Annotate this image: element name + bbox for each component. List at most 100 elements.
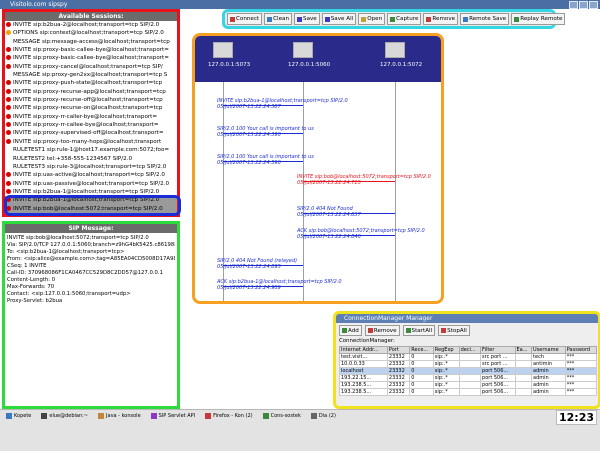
- session-item[interactable]: INVITE sip:proxy-recurse-off@localhost;t…: [5, 96, 177, 104]
- table-cell[interactable]: [458, 360, 482, 368]
- taskbar-item[interactable]: Kopete: [3, 411, 34, 421]
- session-item[interactable]: INVITE sip:proxy-too-many-hops@localhost…: [5, 138, 177, 146]
- table-cell[interactable]: port 506...: [480, 381, 516, 389]
- table-cell[interactable]: sip:.*: [432, 388, 460, 396]
- table-cell[interactable]: 0: [409, 360, 434, 368]
- message-label[interactable]: INVITE sip:bob@localhost:5072;transport=…: [297, 174, 431, 186]
- message-label[interactable]: ACK sip:b2bua-1@localhost;transport=tcp …: [217, 279, 342, 291]
- session-item[interactable]: INVITE sip:proxy-basic-callee-bye@localh…: [5, 54, 177, 62]
- column-header[interactable]: Filter: [480, 346, 516, 354]
- session-item[interactable]: INVITE sip:proxy-rr-callee-bye@localhost…: [5, 121, 177, 129]
- table-row[interactable]: 10.0.0.33 23332 0 sip:.* src port ... antimin…: [339, 360, 598, 368]
- message-content[interactable]: INVITE sip:bob@localhost:5072;transport=…: [5, 233, 177, 307]
- message-label[interactable]: SIP/2.0 404 Not Found 05/jul/2007-13:22:2…: [297, 206, 361, 218]
- table-row[interactable]: 193.238.5... 23332 0 sip:.* port 506... admin…: [339, 381, 598, 389]
- session-item[interactable]: RULETEST2 tel:+358-555-1234567 SIP/2.0: [5, 155, 177, 163]
- session-item[interactable]: INVITE sip:proxy-supervised-off@localhos…: [5, 129, 177, 137]
- table-cell[interactable]: [458, 374, 482, 382]
- table-cell[interactable]: 193.238.5...: [339, 388, 388, 396]
- session-item[interactable]: RULETEST3 sip:rule-3@localhost;transport…: [5, 163, 177, 171]
- session-item[interactable]: INVITE sip:proxy-recurse-app@localhost;t…: [5, 88, 177, 96]
- taskbar-item[interactable]: Firefox - Kon (2): [202, 411, 255, 421]
- table-cell[interactable]: src port ...: [480, 353, 516, 361]
- table-cell[interactable]: [514, 353, 533, 361]
- session-item[interactable]: INVITE sip:uas-active@localhost;transpor…: [5, 171, 177, 179]
- message-label[interactable]: SIP/2.0 100 Your call is important to us…: [217, 126, 314, 138]
- table-cell[interactable]: sip:.*: [432, 360, 460, 368]
- table-cell[interactable]: 0: [409, 374, 434, 382]
- message-label[interactable]: SIP/2.0 100 Your call is important to us…: [217, 154, 314, 166]
- table-cell[interactable]: [514, 388, 533, 396]
- table-cell[interactable]: ***: [564, 360, 598, 368]
- message-label[interactable]: SIP/2.0 404 Not Found (relayed) 05/jul/20…: [217, 258, 297, 270]
- table-row[interactable]: localhost 23332 0 sip:.* port 506... admin ***: [339, 367, 598, 375]
- connection-table[interactable]: Internet Addr... Port Rece... RegExp deci...…: [339, 346, 598, 396]
- column-header[interactable]: RegExp: [432, 346, 460, 354]
- save-all-button[interactable]: Save All: [321, 13, 357, 25]
- minimize-button[interactable]: [569, 1, 578, 9]
- table-cell[interactable]: [458, 388, 482, 396]
- capture-button[interactable]: Capture: [387, 13, 422, 25]
- table-cell[interactable]: [514, 360, 533, 368]
- table-cell[interactable]: [458, 381, 482, 389]
- session-item[interactable]: INVITE sip:b2bua-2@localhost;transport=t…: [5, 21, 177, 29]
- table-cell[interactable]: ***: [564, 367, 598, 375]
- table-cell[interactable]: admin: [531, 388, 566, 396]
- taskbar-item[interactable]: Java - konsole: [95, 411, 144, 421]
- table-cell[interactable]: antimin: [531, 360, 566, 368]
- column-header[interactable]: Username: [531, 346, 566, 354]
- table-cell[interactable]: 10.0.0.33: [339, 360, 388, 368]
- table-cell[interactable]: ***: [564, 374, 598, 382]
- startall-button[interactable]: StartAll: [402, 325, 436, 336]
- taskbar-item[interactable]: Dia (2): [308, 411, 339, 421]
- session-item[interactable]: RULETEST1 sip:rule-1@host17.example.com:…: [5, 146, 177, 154]
- replay-remote-button[interactable]: Replay Remote: [511, 13, 566, 25]
- maximize-button[interactable]: [579, 1, 588, 9]
- column-header[interactable]: Rece...: [409, 346, 434, 354]
- session-item[interactable]: INVITE sip:proxy-rr-caller-bye@localhost…: [5, 113, 177, 121]
- table-cell[interactable]: sip:.*: [432, 381, 460, 389]
- column-header[interactable]: deci...: [458, 346, 482, 354]
- column-header[interactable]: Password: [564, 346, 598, 354]
- table-row[interactable]: test.visit... 23332 0 sip:.* src port ... tec…: [339, 353, 598, 361]
- table-cell[interactable]: 23332: [386, 360, 411, 368]
- table-cell[interactable]: tech: [531, 353, 566, 361]
- table-cell[interactable]: admin: [531, 381, 566, 389]
- add-button[interactable]: Add: [339, 325, 362, 336]
- table-cell[interactable]: sip:.*: [432, 367, 460, 375]
- table-cell[interactable]: [514, 374, 533, 382]
- session-item[interactable]: INVITE sip:proxy-cancel@localhost;transp…: [5, 63, 177, 71]
- table-cell[interactable]: admin: [531, 367, 566, 375]
- table-cell[interactable]: sip:.*: [432, 353, 460, 361]
- table-cell[interactable]: admin: [531, 374, 566, 382]
- session-item[interactable]: INVITE sip:uas-passive@localhost;transpo…: [5, 180, 177, 188]
- table-cell[interactable]: 23332: [386, 374, 411, 382]
- table-cell[interactable]: ***: [564, 388, 598, 396]
- table-cell[interactable]: sip:.*: [432, 374, 460, 382]
- session-item[interactable]: MESSAGE sip:proxy-gen2xx@localhost;trans…: [5, 71, 177, 79]
- table-cell[interactable]: 23332: [386, 353, 411, 361]
- table-row[interactable]: 193.238.5... 23332 0 sip:.* port 506... admin…: [339, 388, 598, 396]
- table-cell[interactable]: 0: [409, 388, 434, 396]
- taskbar-item[interactable]: SIP Servlet API: [148, 411, 198, 421]
- sessions-list[interactable]: INVITE sip:b2bua-2@localhost;transport=t…: [5, 21, 177, 213]
- session-item[interactable]: INVITE sip:proxy-push-state@localhost;tr…: [5, 79, 177, 87]
- column-header[interactable]: Port: [386, 346, 411, 354]
- remove-button[interactable]: Remove: [364, 325, 400, 336]
- stopall-button[interactable]: StopAll: [438, 325, 470, 336]
- session-item[interactable]: OPTIONS sip:context@localhost;transport=…: [5, 29, 177, 37]
- table-cell[interactable]: 193.22.15...: [339, 374, 388, 382]
- table-cell[interactable]: port 506...: [480, 374, 516, 382]
- taskbar-item[interactable]: elue@debian:~: [38, 411, 91, 421]
- table-cell[interactable]: port 506...: [480, 367, 516, 375]
- table-cell[interactable]: [458, 367, 482, 375]
- table-cell[interactable]: 0: [409, 353, 434, 361]
- table-cell[interactable]: 23332: [386, 367, 411, 375]
- session-item[interactable]: MESSAGE sip:message-access@localhost;tra…: [5, 38, 177, 46]
- table-cell[interactable]: ***: [564, 381, 598, 389]
- message-label[interactable]: INVITE sip:b2bua-1@localhost;transport=t…: [217, 98, 348, 110]
- connect-button[interactable]: Connect: [227, 13, 263, 25]
- table-cell[interactable]: ***: [564, 353, 598, 361]
- open-button[interactable]: Open: [358, 13, 386, 25]
- save-button[interactable]: Save: [294, 13, 320, 25]
